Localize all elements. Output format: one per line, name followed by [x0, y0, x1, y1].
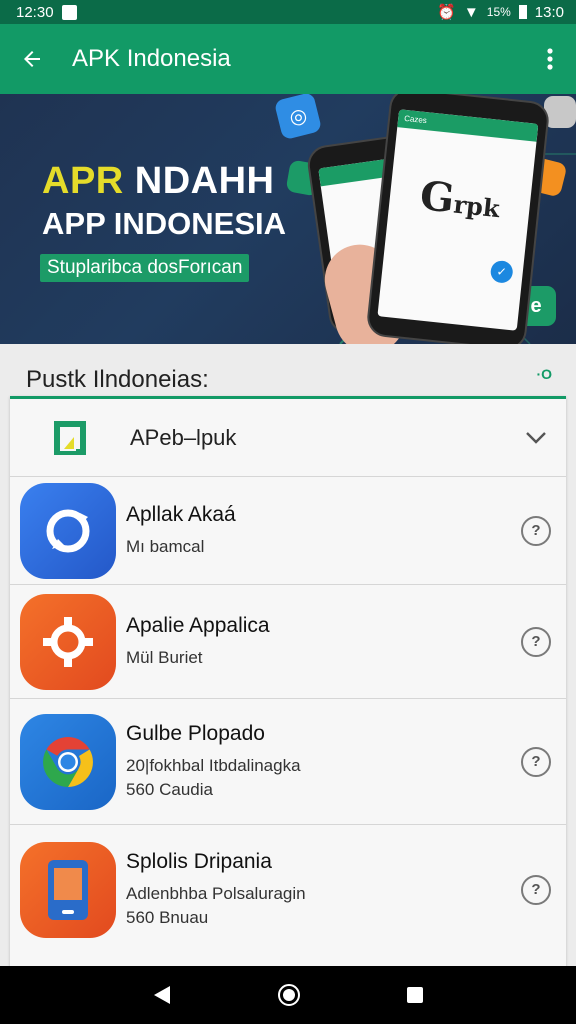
app-icon-phone [20, 842, 116, 938]
app-subtitle: Adlenbhba Polsaluragin [126, 884, 306, 903]
system-nav-bar [0, 966, 576, 1024]
app-name: Splolis Dripania [126, 850, 272, 873]
app-subtitle-2: 560 Bnuau [126, 908, 209, 927]
app-subtitle: Mül Buriet [126, 647, 203, 667]
app-subtitle: Mı bamcal [126, 536, 205, 556]
help-icon[interactable]: ? [521, 746, 551, 777]
phone-mockup-front: Cazes Grpk ✓ [365, 94, 551, 344]
phone-logo: Grpk [417, 172, 502, 224]
phone-screen-bar: Cazes [397, 109, 539, 142]
app-name: Gulbe Plopado [126, 721, 265, 745]
app-list-item[interactable]: Apalie Appalica Mül Buriet ? [10, 585, 566, 699]
app-list-item[interactable]: Apllak Akaá Mı bamcal ? [10, 477, 566, 585]
battery-percent: 15% [486, 5, 511, 19]
app-icon-orange-gear [20, 593, 116, 690]
chevron-down-icon [506, 425, 566, 451]
alarm-icon: ⏰ [437, 4, 456, 21]
overflow-menu-button[interactable] [524, 24, 576, 94]
battery-icon [518, 5, 527, 19]
help-icon[interactable]: ? [521, 626, 551, 657]
category-dropdown[interactable]: APeb–lpuk [10, 399, 566, 477]
wifi-icon: ▼ [463, 3, 479, 21]
app-subtitle: 20|fokhbal Itbdalinagka [126, 755, 301, 775]
nav-recents-icon[interactable] [406, 986, 424, 1004]
app-toolbar: APK Indonesia [0, 24, 576, 94]
status-time-right: 13:0 [534, 3, 564, 21]
notification-icon [61, 4, 77, 20]
status-time: 12:30 [16, 3, 54, 21]
banner-headline-rest: NDAHH [123, 160, 275, 202]
app-list-card: APeb–lpuk Apllak Akaá Mı bamcal ? Apalie… [10, 396, 566, 976]
app-icon-chrome [20, 713, 116, 810]
banner-pill: Stuplaribca dosForıcan [40, 254, 250, 282]
back-button[interactable] [0, 24, 64, 94]
float-app-icon-gray [544, 96, 576, 128]
apk-logo-icon [54, 420, 86, 455]
section-title: Pustk Ilndoneias: [26, 366, 209, 393]
promo-banner[interactable]: APR NDAHH APP INDONESIA Stuplaribca dosF… [0, 94, 576, 344]
help-icon[interactable]: ? [521, 515, 551, 546]
banner-headline-accent: APR [42, 160, 124, 202]
app-list-item[interactable]: Splolis Dripania Adlenbhba Polsaluragin … [10, 825, 566, 955]
banner-headline: APR NDAHH [42, 160, 275, 203]
back-arrow-icon [24, 51, 40, 67]
nav-back-icon[interactable] [152, 984, 172, 1006]
status-bar: 12:30 ⏰ ▼ 15% 13:0 [0, 0, 576, 24]
app-icon-blue [20, 482, 116, 579]
more-vert-icon [547, 48, 553, 70]
app-subtitle-2: 560 Caudia [126, 779, 213, 799]
help-icon[interactable]: ? [521, 875, 551, 905]
app-list-item[interactable]: Gulbe Plopado 20|fokhbal Itbdalinagka 56… [10, 699, 566, 825]
toolbar-title: APK Indonesia [72, 45, 231, 72]
banner-subheadline: APP INDONESIA [42, 206, 287, 241]
main-content: Pustk Ilndoneias: ·O APeb–lpuk Apllak Ak… [0, 344, 576, 976]
section-action-icon[interactable]: ·O [536, 366, 552, 382]
phone-fab-icon: ✓ [489, 259, 514, 284]
nav-home-icon[interactable] [277, 983, 301, 1007]
app-name: Apalie Appalica [126, 613, 270, 637]
app-name: Apllak Akaá [126, 502, 236, 526]
dropdown-label: APeb–lpuk [130, 424, 237, 450]
